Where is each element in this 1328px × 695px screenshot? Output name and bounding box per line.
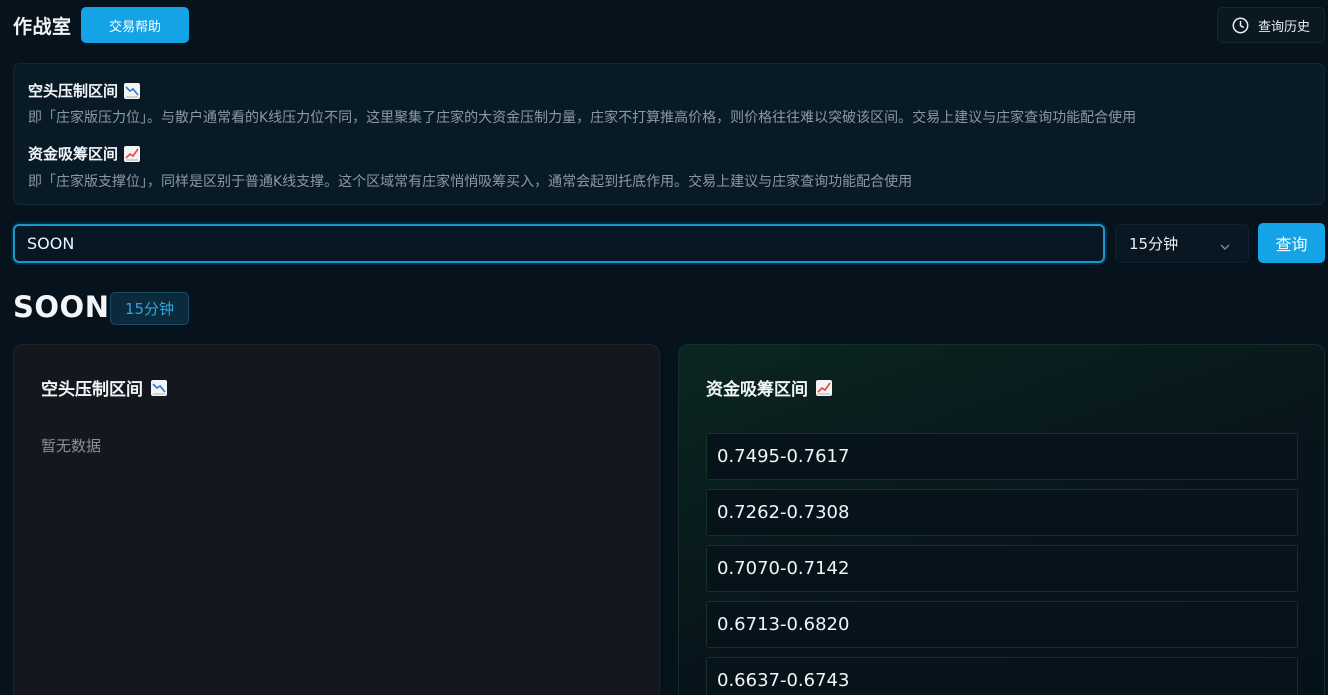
zone-item: 0.6637-0.6743 <box>706 657 1298 695</box>
chart-increasing-icon <box>124 145 141 162</box>
short-panel-heading: 空头压制区间 <box>41 375 167 400</box>
short-pressure-panel: 空头压制区间 暂无数据 <box>13 344 660 695</box>
info-long-description: 即「庄家版支撑位」，同样是区别于普通K线支撑。这个区域常有庄家悄悄吸筹买入，通常… <box>28 174 913 190</box>
interval-badge: 15分钟 <box>110 292 189 325</box>
zone-item: 0.6713-0.6820 <box>706 601 1298 648</box>
short-panel-title: 空头压制区间 <box>41 380 143 400</box>
chart-decreasing-icon <box>151 379 167 396</box>
info-box: 空头压制区间 即「庄家版压力位」。与散户通常看的K线压力位不同，这里聚集了庄家的… <box>13 63 1325 205</box>
interval-select-value: 15分钟 <box>1129 235 1179 253</box>
zone-item: 0.7070-0.7142 <box>706 545 1298 592</box>
query-button[interactable]: 查询 <box>1258 223 1325 263</box>
zone-item: 0.7262-0.7308 <box>706 489 1298 536</box>
info-short-title: 空头压制区间 <box>28 82 119 100</box>
zone-list: 0.7495-0.7617 0.7262-0.7308 0.7070-0.714… <box>706 433 1298 695</box>
trade-help-button[interactable]: 交易帮助 <box>81 7 189 43</box>
clock-icon <box>1232 17 1249 34</box>
query-history-button[interactable]: 查询历史 <box>1217 7 1325 43</box>
accumulation-panel: 资金吸筹区间 0.7495-0.7617 0.7262-0.7308 0.707… <box>678 344 1325 695</box>
info-short-heading: 空头压制区间 <box>28 80 141 101</box>
page-title: 作战室 <box>13 16 72 38</box>
header: 作战室 交易帮助 查询历史 <box>0 0 1328 50</box>
symbol-search-input[interactable] <box>13 224 1105 263</box>
chart-decreasing-icon <box>124 82 141 99</box>
chevron-down-icon <box>1219 238 1231 257</box>
long-panel-heading: 资金吸筹区间 <box>706 375 832 400</box>
query-history-label: 查询历史 <box>1257 19 1310 35</box>
info-long-title: 资金吸筹区间 <box>28 145 119 163</box>
short-panel-empty-text: 暂无数据 <box>41 437 102 455</box>
chart-increasing-icon <box>816 379 832 396</box>
page: 作战室 交易帮助 查询历史 空头压制区间 即「庄家版压力位」。与散户通常看的K线… <box>0 0 1328 695</box>
long-panel-title: 资金吸筹区间 <box>706 380 808 400</box>
interval-select[interactable]: 15分钟 <box>1115 224 1249 263</box>
info-short-description: 即「庄家版压力位」。与散户通常看的K线压力位不同，这里聚集了庄家的大资金压制力量… <box>28 110 1137 126</box>
info-long-heading: 资金吸筹区间 <box>28 143 141 164</box>
zone-item: 0.7495-0.7617 <box>706 433 1298 480</box>
result-symbol: SOON <box>13 290 110 324</box>
